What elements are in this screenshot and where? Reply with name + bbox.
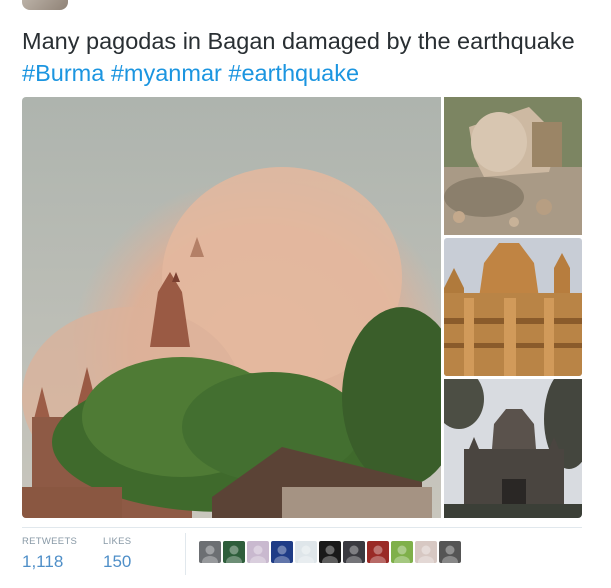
- stats-separator: [185, 533, 186, 575]
- liker-avatar-6[interactable]: [319, 541, 341, 563]
- stats-divider: [22, 527, 582, 528]
- liker-avatar-1[interactable]: [199, 541, 221, 563]
- hashtag-earthquake[interactable]: #earthquake: [228, 60, 359, 86]
- likes-count[interactable]: 150: [103, 552, 131, 572]
- likes-stat[interactable]: LIKES 150: [103, 536, 131, 572]
- tweet-text: Many pagodas in Bagan damaged by the ear…: [22, 25, 592, 89]
- author-avatar[interactable]: [22, 0, 68, 10]
- photo-grid: [22, 97, 582, 518]
- damaged-pagoda-spires-photo[interactable]: [444, 238, 582, 376]
- liker-avatar-11[interactable]: [439, 541, 461, 563]
- broken-stupa-finial-photo[interactable]: [444, 97, 582, 235]
- retweets-count[interactable]: 1,118: [22, 552, 77, 572]
- liker-avatar-10[interactable]: [415, 541, 437, 563]
- hashtag-burma[interactable]: #Burma: [22, 60, 104, 86]
- hashtag-myanmar[interactable]: #myanmar: [111, 60, 222, 86]
- likes-label: LIKES: [103, 536, 132, 547]
- retweets-label: RETWEETS: [22, 536, 78, 547]
- pagoda-dust-cloud-photo[interactable]: [22, 97, 441, 518]
- liker-avatar-5[interactable]: [295, 541, 317, 563]
- liker-avatar-4[interactable]: [271, 541, 293, 563]
- liker-avatar-8[interactable]: [367, 541, 389, 563]
- liker-avatar-3[interactable]: [247, 541, 269, 563]
- retweets-stat[interactable]: RETWEETS 1,118: [22, 536, 77, 572]
- liker-avatar-2[interactable]: [223, 541, 245, 563]
- author-handle[interactable]: [80, 0, 84, 7]
- tweet-author-header: [0, 0, 611, 14]
- tweet-text-body: Many pagodas in Bagan damaged by the ear…: [22, 28, 575, 54]
- liker-avatar-7[interactable]: [343, 541, 365, 563]
- liker-avatar-9[interactable]: [391, 541, 413, 563]
- temple-silhouette-photo[interactable]: [444, 379, 582, 518]
